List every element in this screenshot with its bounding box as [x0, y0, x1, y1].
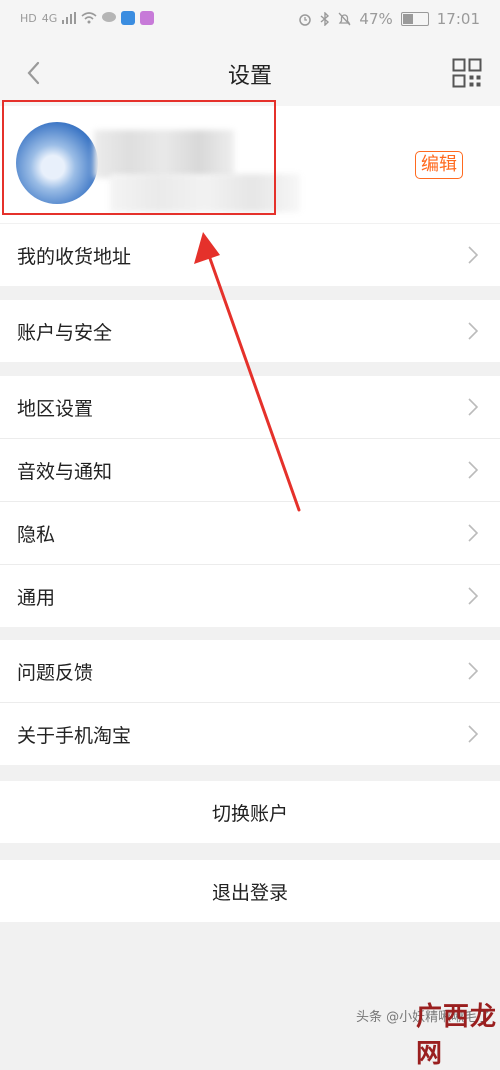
- status-bar: HD 4G 47% 17:01: [0, 0, 500, 40]
- signal-icon: [62, 12, 77, 24]
- menu-item-label: 我的收货地址: [17, 246, 132, 268]
- wifi-icon: [81, 12, 97, 24]
- qr-code-icon[interactable]: [452, 58, 482, 88]
- chevron-right-icon: [468, 398, 478, 416]
- menu-item-label: 账户与安全: [17, 322, 113, 344]
- menu-item-account-security[interactable]: 账户与安全: [0, 300, 500, 362]
- switch-account-button[interactable]: 切换账户: [0, 781, 500, 843]
- menu-item-label: 关于手机淘宝: [17, 725, 132, 747]
- menu-item-label: 通用: [17, 587, 56, 609]
- logout-label: 退出登录: [211, 882, 288, 904]
- menu-item-feedback[interactable]: 问题反馈: [0, 640, 500, 703]
- menu-item-about[interactable]: 关于手机淘宝: [0, 703, 500, 765]
- menu-item-label: 隐私: [17, 524, 56, 546]
- menu-group-account: 账户与安全: [0, 300, 500, 362]
- status-bar-right: 47% 17:01: [298, 10, 480, 28]
- chevron-right-icon: [468, 322, 478, 340]
- battery-percent: 47%: [359, 10, 393, 28]
- chevron-right-icon: [468, 461, 478, 479]
- chat-icon: [102, 12, 117, 22]
- chevron-right-icon: [468, 246, 478, 264]
- bluetooth-icon: [320, 12, 330, 26]
- menu-group-preferences: 地区设置 音效与通知 隐私 通用: [0, 376, 500, 627]
- chevron-right-icon: [468, 524, 478, 542]
- hd-indicator: HD: [20, 11, 37, 25]
- app-notification-icon: [121, 11, 136, 25]
- menu-item-sound-notification[interactable]: 音效与通知: [0, 439, 500, 502]
- menu-item-label: 问题反馈: [17, 662, 94, 684]
- battery-fill: [402, 14, 414, 24]
- alarm-icon: [299, 14, 312, 26]
- battery-icon: [400, 12, 429, 26]
- clock: 17:01: [436, 10, 480, 28]
- chevron-right-icon: [468, 725, 478, 743]
- status-bar-left: HD 4G: [20, 11, 155, 25]
- menu-item-region[interactable]: 地区设置: [0, 376, 500, 439]
- app-notification-icon: [140, 11, 155, 25]
- logout-button[interactable]: 退出登录: [0, 860, 500, 922]
- edit-profile-button[interactable]: 编辑: [415, 151, 463, 179]
- menu-item-label: 地区设置: [17, 398, 94, 420]
- chevron-right-icon: [468, 587, 478, 605]
- menu-item-general[interactable]: 通用: [0, 565, 500, 627]
- menu-group-help: 问题反馈 关于手机淘宝: [0, 640, 500, 765]
- menu-item-shipping-address[interactable]: 我的收货地址: [0, 224, 500, 286]
- watermark-logo: 广西龙网: [416, 1002, 498, 1069]
- network-indicator: 4G: [41, 11, 58, 25]
- menu-item-privacy[interactable]: 隐私: [0, 502, 500, 565]
- page-title: 设置: [227, 64, 272, 89]
- mute-bell-icon: [338, 12, 351, 26]
- menu-item-label: 音效与通知: [17, 461, 113, 483]
- nav-bar: 设置: [0, 40, 500, 106]
- menu-group-address: 我的收货地址: [0, 224, 500, 286]
- chevron-right-icon: [468, 662, 478, 680]
- annotation-highlight-box: [2, 100, 276, 215]
- switch-account-label: 切换账户: [211, 803, 288, 825]
